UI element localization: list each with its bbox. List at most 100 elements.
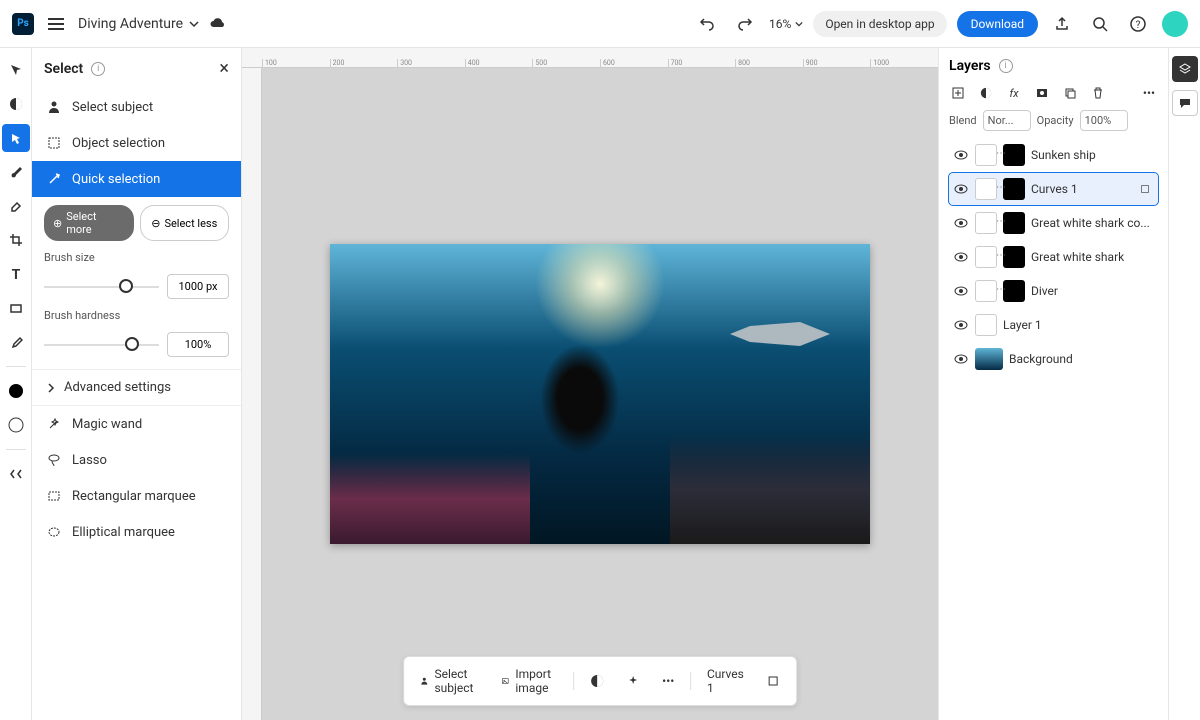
- move-tool[interactable]: [2, 56, 30, 84]
- wand-icon: [46, 171, 62, 187]
- layer-mask-thumbnail: [1003, 246, 1025, 268]
- adjustment-layer-icon[interactable]: [977, 84, 995, 102]
- minus-icon: ⊖: [151, 217, 160, 230]
- visibility-toggle[interactable]: [953, 317, 969, 333]
- layers-rail-icon[interactable]: [1172, 56, 1198, 82]
- blend-mode-select[interactable]: Nor...: [983, 110, 1031, 131]
- collapse-rail-icon[interactable]: [2, 460, 30, 488]
- open-desktop-button[interactable]: Open in desktop app: [813, 11, 946, 37]
- layer-name: Curves 1: [1031, 182, 1130, 196]
- hamburger-menu-icon[interactable]: [44, 14, 68, 34]
- layer-mask-thumbnail: [1003, 144, 1025, 166]
- select-tool[interactable]: [2, 124, 30, 152]
- lasso-item[interactable]: Lasso: [32, 442, 241, 478]
- lasso-icon: [46, 452, 62, 468]
- undo-button[interactable]: [693, 10, 721, 38]
- chevron-right-icon: [46, 383, 56, 393]
- visibility-toggle[interactable]: [953, 181, 969, 197]
- vertical-ruler[interactable]: [242, 68, 262, 720]
- layer-thumbnail: [975, 280, 997, 302]
- select-panel-header: Select i ×: [32, 48, 241, 89]
- select-subject-item[interactable]: Select subject: [32, 89, 241, 125]
- brush-hardness-slider[interactable]: [44, 344, 159, 346]
- opacity-select[interactable]: 100%: [1080, 110, 1128, 131]
- layers-panel-title: Layers: [949, 58, 991, 74]
- eraser-tool[interactable]: [2, 192, 30, 220]
- adjustments-tool[interactable]: [2, 90, 30, 118]
- info-icon[interactable]: i: [999, 59, 1013, 73]
- visibility-toggle[interactable]: [953, 283, 969, 299]
- brush-size-value[interactable]: 1000 px: [167, 274, 229, 299]
- ctx-sparkle-icon[interactable]: [620, 670, 646, 692]
- visibility-toggle[interactable]: [953, 147, 969, 163]
- elliptical-marquee-item[interactable]: Elliptical marquee: [32, 514, 241, 550]
- horizontal-ruler[interactable]: 1002003004005006007008009001000: [242, 48, 938, 68]
- advanced-settings-toggle[interactable]: Advanced settings: [32, 369, 241, 406]
- zoom-level[interactable]: 16%: [769, 17, 803, 31]
- background-color[interactable]: [2, 411, 30, 439]
- layer-thumbnail: [975, 144, 997, 166]
- foreground-color[interactable]: [2, 377, 30, 405]
- layer-row[interactable]: Curves 1: [949, 173, 1158, 205]
- help-icon[interactable]: ?: [1124, 10, 1152, 38]
- object-selection-item[interactable]: Object selection: [32, 125, 241, 161]
- mask-icon[interactable]: [1033, 84, 1051, 102]
- layer-row[interactable]: Background: [949, 343, 1158, 375]
- ctx-layer-name[interactable]: Curves 1: [701, 663, 750, 699]
- layer-options-icon[interactable]: [1136, 180, 1154, 198]
- download-button[interactable]: Download: [957, 11, 1038, 37]
- delete-layer-icon[interactable]: [1089, 84, 1107, 102]
- ctx-select-subject[interactable]: Select subject: [414, 663, 485, 699]
- visibility-toggle[interactable]: [953, 351, 969, 367]
- brush-size-label: Brush size: [44, 251, 229, 264]
- eyedropper-tool[interactable]: [2, 328, 30, 356]
- select-panel: Select i × Select subject Object selecti…: [32, 48, 242, 720]
- ctx-adjustments-icon[interactable]: [584, 670, 610, 692]
- layer-row[interactable]: Diver: [949, 275, 1158, 307]
- document-title[interactable]: Diving Adventure: [78, 16, 199, 32]
- svg-text:?: ?: [1136, 20, 1141, 31]
- brush-size-slider[interactable]: [44, 286, 159, 288]
- artwork-image[interactable]: [330, 244, 870, 544]
- redo-button[interactable]: [731, 10, 759, 38]
- visibility-toggle[interactable]: [953, 249, 969, 265]
- brush-hardness-value[interactable]: 100%: [167, 332, 229, 357]
- layer-list: Sunken ship Curves 1 Great white shark c…: [949, 139, 1158, 375]
- layer-row[interactable]: Great white shark: [949, 241, 1158, 273]
- info-icon[interactable]: i: [91, 62, 105, 76]
- add-layer-icon[interactable]: [949, 84, 967, 102]
- user-avatar[interactable]: [1162, 11, 1188, 37]
- canvas[interactable]: Select subject Import image ••• Curves 1: [262, 68, 938, 720]
- more-options-icon[interactable]: •••: [1140, 84, 1158, 102]
- layer-name: Background: [1009, 352, 1154, 366]
- crop-tool[interactable]: [2, 226, 30, 254]
- magic-wand-item[interactable]: Magic wand: [32, 406, 241, 442]
- layer-thumbnail: [975, 348, 1003, 370]
- share-icon[interactable]: [1048, 10, 1076, 38]
- fx-icon[interactable]: fx: [1005, 84, 1023, 102]
- close-panel-button[interactable]: ×: [219, 58, 229, 79]
- rectangular-marquee-item[interactable]: Rectangular marquee: [32, 478, 241, 514]
- duplicate-layer-icon[interactable]: [1061, 84, 1079, 102]
- right-rail: [1168, 48, 1200, 720]
- select-less-pill[interactable]: ⊖ Select less: [140, 205, 230, 241]
- visibility-toggle[interactable]: [953, 215, 969, 231]
- quick-selection-item[interactable]: Quick selection: [32, 161, 241, 197]
- zoom-value: 16%: [769, 17, 791, 31]
- layer-name: Great white shark: [1031, 250, 1154, 264]
- app-logo[interactable]: Ps: [12, 13, 34, 35]
- layer-row[interactable]: Great white shark co...: [949, 207, 1158, 239]
- ctx-more-icon[interactable]: •••: [656, 670, 680, 692]
- brush-tool[interactable]: [2, 158, 30, 186]
- ctx-layer-options-icon[interactable]: [760, 670, 786, 692]
- search-icon[interactable]: [1086, 10, 1114, 38]
- text-tool[interactable]: T: [2, 260, 30, 288]
- comments-rail-icon[interactable]: [1172, 90, 1198, 116]
- cloud-sync-icon[interactable]: [209, 15, 227, 33]
- canvas-area: 1002003004005006007008009001000 Select s…: [242, 48, 938, 720]
- select-more-pill[interactable]: ⊕ Select more: [44, 205, 134, 241]
- shape-tool[interactable]: [2, 294, 30, 322]
- ctx-import-image[interactable]: Import image: [495, 663, 563, 699]
- layer-row[interactable]: Sunken ship: [949, 139, 1158, 171]
- layer-row[interactable]: Layer 1: [949, 309, 1158, 341]
